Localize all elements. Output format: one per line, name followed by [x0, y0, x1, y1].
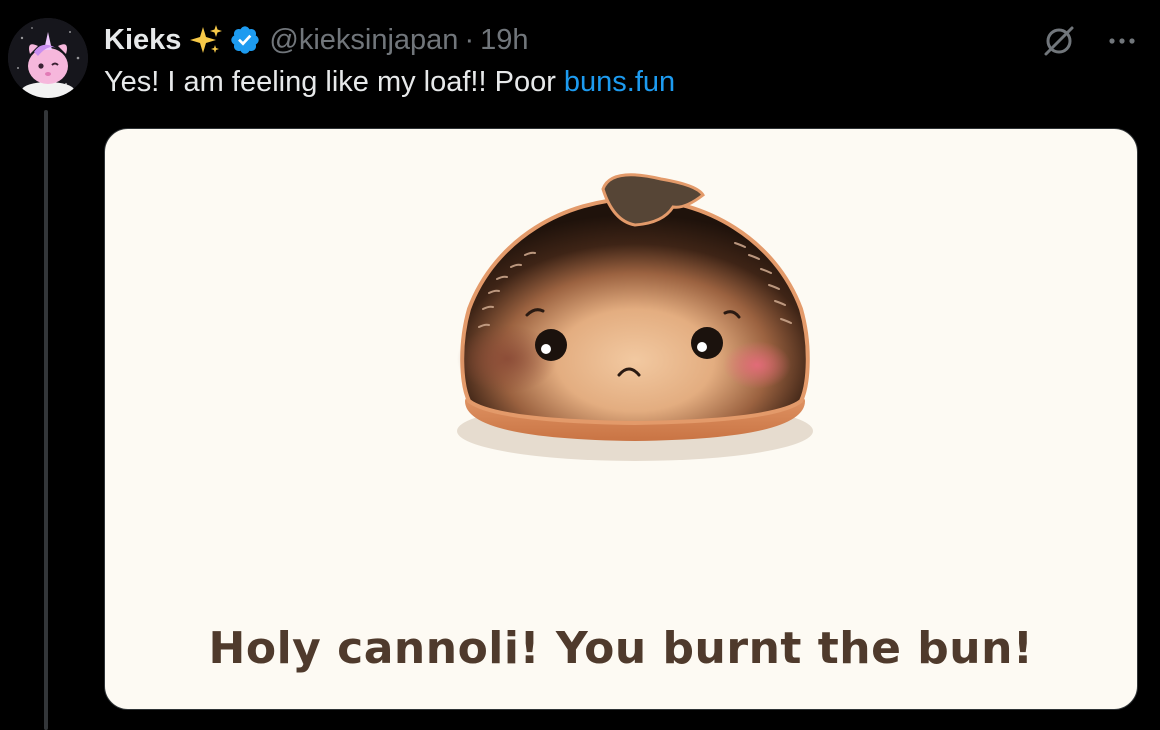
sparkles-emoji-icon — [189, 23, 223, 57]
grok-icon[interactable] — [1040, 22, 1078, 60]
tweet-text-body: Yes! I am feeling like my loaf!! Poor — [104, 66, 564, 98]
header-actions — [1040, 22, 1140, 60]
more-icon[interactable] — [1104, 23, 1140, 59]
burnt-bun-illustration — [457, 173, 813, 461]
tweet-text: Yes! I am feeling like my loaf!! Poor bu… — [104, 62, 675, 102]
timestamp[interactable]: 19h — [480, 20, 528, 60]
verified-badge-icon[interactable] — [229, 24, 261, 56]
tweet-header: Kieks @kieksinjapan · 19h — [104, 20, 529, 60]
author-name[interactable]: Kieks — [104, 20, 181, 60]
separator-dot: · — [464, 24, 475, 56]
tweet-media-image[interactable]: Holy cannoli! You burnt the bun! — [104, 128, 1138, 710]
avatar[interactable] — [8, 18, 88, 98]
unicorn-avatar-icon — [8, 18, 88, 98]
tweet-link[interactable]: buns.fun — [564, 66, 675, 98]
thread-connector-line — [44, 110, 48, 730]
media-caption: Holy cannoli! You burnt the bun! — [208, 623, 1034, 674]
author-handle[interactable]: @kieksinjapan — [269, 20, 458, 60]
